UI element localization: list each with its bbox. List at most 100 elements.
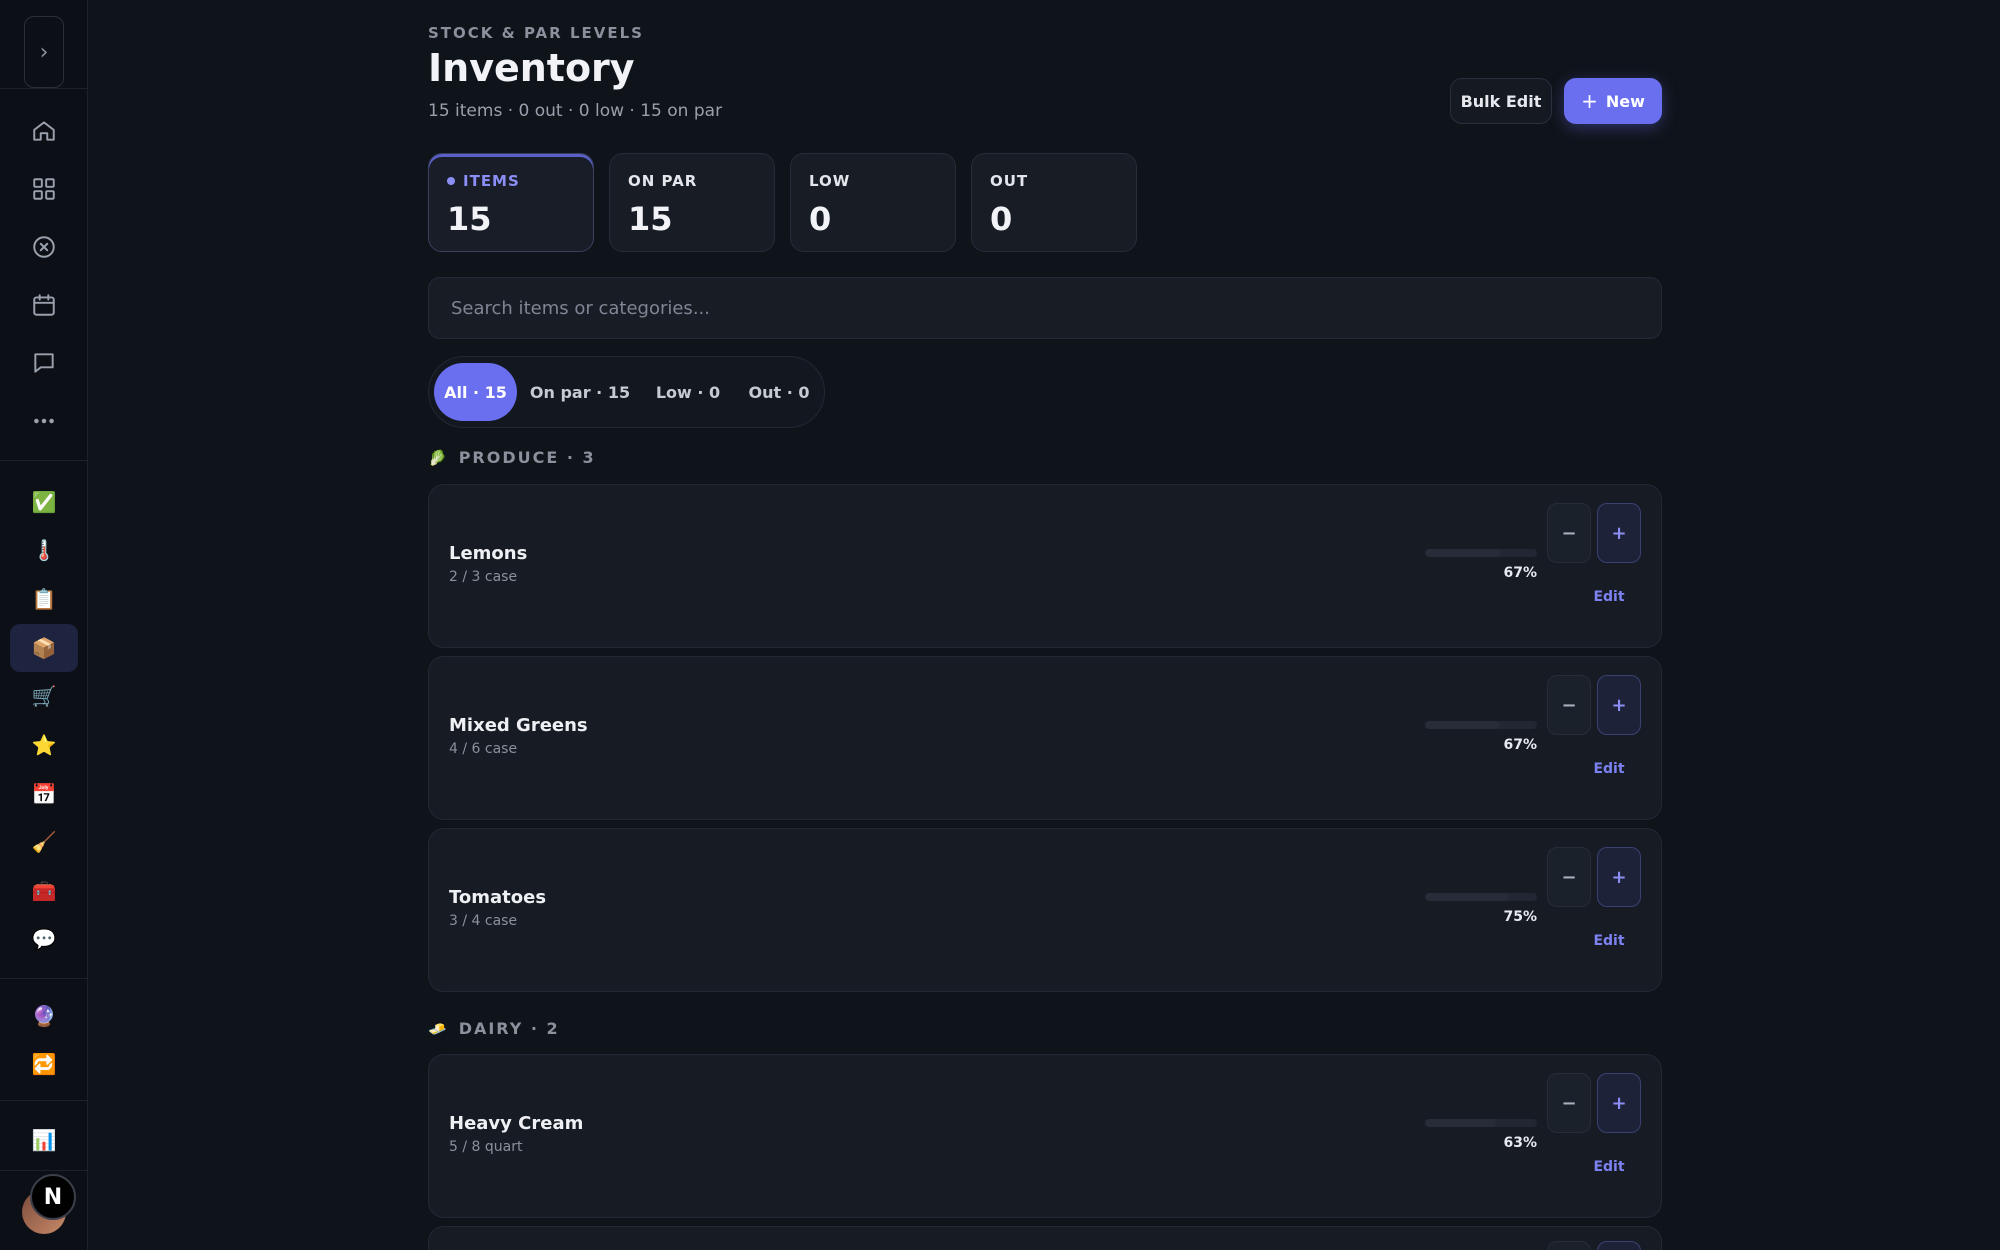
par-percent: 67% [1503,565,1537,581]
sidebar-divider [0,1100,88,1101]
messages-app-icon[interactable]: 💬 [10,917,78,961]
item-name: Lemons [449,543,528,564]
new-item-button[interactable]: + New [1564,78,1662,124]
thermometer-app-icon[interactable]: 🌡️ [10,528,78,572]
par-progress-fill [1425,721,1501,729]
par-progress-fill [1425,1119,1496,1127]
edit-link[interactable]: Edit [1579,933,1639,949]
new-button-label: New [1605,91,1645,111]
section-header-dairy: 🧈 DAIRY · 2 [428,1019,560,1038]
inventory-row: Mixed Greens 4 / 6 case 67% − + Edit [428,656,1662,820]
item-quantity: 5 / 8 quart [449,1139,523,1155]
cancel-circle-icon[interactable] [22,225,66,269]
stat-label: LOW [809,172,851,190]
inventory-row: Heavy Cream 5 / 8 quart 63% − + Edit [428,1054,1662,1218]
active-dot-icon [447,177,455,185]
cart-app-icon[interactable]: 🛒 [10,674,78,718]
toolbox-app-icon[interactable]: 🧰 [10,869,78,913]
sidebar-expand-button[interactable]: › [24,16,64,88]
decrement-button[interactable]: − [1547,503,1591,563]
tab-low[interactable]: Low · 0 [643,363,733,421]
increment-button[interactable]: + [1597,847,1641,907]
par-percent: 75% [1503,909,1537,925]
chat-icon[interactable] [22,341,66,385]
par-percent: 63% [1503,1135,1537,1151]
stat-value: 15 [447,200,492,238]
stat-value: 15 [628,200,673,238]
star-app-icon[interactable]: ⭐ [10,723,78,767]
stat-card-items[interactable]: ITEMS 15 [428,153,594,252]
chevron-right-icon: › [39,39,49,65]
stat-card-on-par[interactable]: ON PAR 15 [609,153,775,252]
decrement-button[interactable] [1547,1241,1591,1250]
increment-button[interactable]: + [1597,503,1641,563]
more-icon[interactable] [22,399,66,443]
edit-link[interactable]: Edit [1579,761,1639,777]
page-subtitle: 15 items · 0 out · 0 low · 15 on par [428,101,723,121]
section-header-produce: 🥬 PRODUCE · 3 [428,448,596,467]
par-progress-bar [1425,893,1537,901]
sidebar: › ✅ 🌡️ 📋 📦 🛒 ⭐ 📅 🧹 🧰 💬 🔮 🔁 📊 N [0,0,88,1250]
leafy-greens-icon: 🥬 [428,448,447,467]
item-quantity: 3 / 4 case [449,913,518,929]
decrement-button[interactable]: − [1547,847,1591,907]
home-icon[interactable] [22,109,66,153]
item-name: Heavy Cream [449,1113,584,1134]
edit-link[interactable]: Edit [1579,589,1639,605]
stat-label: ON PAR [628,172,698,190]
section-title: DAIRY · 2 [458,1019,560,1038]
par-progress-bar [1425,549,1537,557]
cleaning-app-icon[interactable]: 🧹 [10,820,78,864]
sidebar-divider [0,88,88,89]
par-percent: 67% [1503,737,1537,753]
tab-on-par[interactable]: On par · 15 [523,363,637,421]
butter-icon: 🧈 [428,1019,447,1038]
grid-icon[interactable] [22,167,66,211]
tab-all[interactable]: All · 15 [434,363,517,421]
decrement-button[interactable]: − [1547,1073,1591,1133]
par-progress-fill [1425,549,1501,557]
crystal-ball-app-icon[interactable]: 🔮 [10,994,78,1038]
tab-out[interactable]: Out · 0 [737,363,821,421]
repeat-app-icon[interactable]: 🔁 [10,1042,78,1086]
stat-label: OUT [990,172,1029,190]
page-eyebrow: STOCK & PAR LEVELS [428,24,644,42]
item-name: Tomatoes [449,887,547,908]
item-quantity: 4 / 6 case [449,741,518,757]
item-name: Mixed Greens [449,715,588,736]
stat-card-out[interactable]: OUT 0 [971,153,1137,252]
search-box[interactable] [428,277,1662,339]
item-quantity: 2 / 3 case [449,569,518,585]
sidebar-divider [0,978,88,979]
bulk-edit-button[interactable]: Bulk Edit [1450,78,1552,124]
inventory-row: Lemons 2 / 3 case 67% − + Edit [428,484,1662,648]
decrement-button[interactable]: − [1547,675,1591,735]
stat-label: ITEMS [463,172,520,190]
inventory-app-icon[interactable]: 📦 [10,624,78,672]
increment-button[interactable]: + [1597,675,1641,735]
inventory-row-partial [428,1226,1662,1250]
stat-value: 0 [990,200,1013,238]
stat-value: 0 [809,200,832,238]
user-badge[interactable]: N [30,1174,76,1220]
par-progress-fill [1425,893,1509,901]
increment-button[interactable] [1597,1241,1641,1250]
sidebar-divider [0,460,88,461]
increment-button[interactable]: + [1597,1073,1641,1133]
search-input[interactable] [451,297,1639,319]
stat-card-low[interactable]: LOW 0 [790,153,956,252]
edit-link[interactable]: Edit [1579,1159,1639,1175]
par-progress-bar [1425,721,1537,729]
calendar-icon[interactable] [22,283,66,327]
inventory-row: Tomatoes 3 / 4 case 75% − + Edit [428,828,1662,992]
section-title: PRODUCE · 3 [458,448,596,467]
sidebar-divider [0,1170,88,1171]
par-progress-bar [1425,1119,1537,1127]
page-title: Inventory [428,46,635,90]
plus-icon: + [1581,89,1598,113]
clipboard-app-icon[interactable]: 📋 [10,577,78,621]
checklist-app-icon[interactable]: ✅ [10,480,78,524]
reports-app-icon[interactable]: 📊 [10,1118,78,1162]
filter-tabs: All · 15 On par · 15 Low · 0 Out · 0 [428,356,825,428]
calendar-app-icon[interactable]: 📅 [10,772,78,816]
